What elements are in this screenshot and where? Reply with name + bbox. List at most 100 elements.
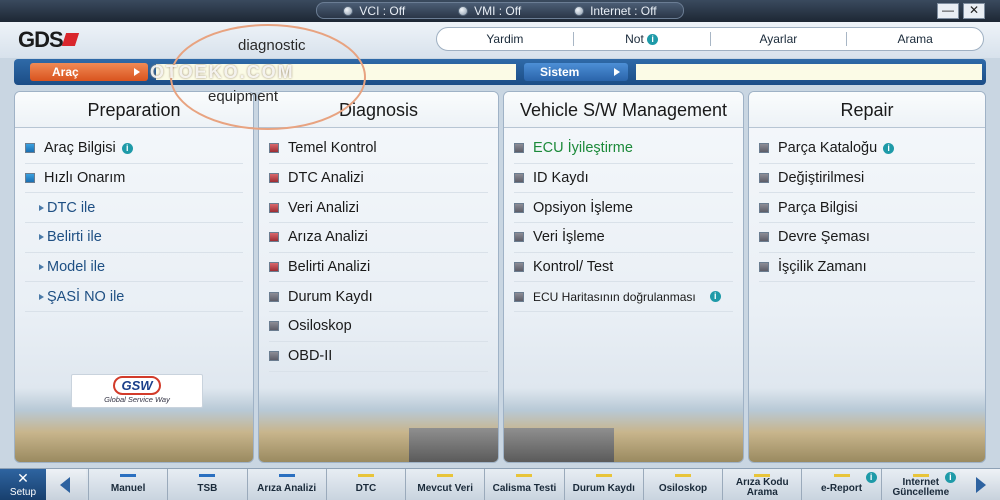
prep-item-belirti-ile[interactable]: Belirti ile (25, 223, 243, 253)
bullet-icon (269, 262, 279, 273)
vsw-item-ecu-iyilestirme[interactable]: ECU İyileştirme (514, 134, 733, 164)
rep-item-degistirilmesi[interactable]: Değiştirilmesi (759, 164, 975, 194)
toolbar-label: Manuel (110, 483, 146, 494)
vehicle-select-button[interactable]: Araç (30, 63, 148, 81)
prep-item-arac-bilgisi[interactable]: Araç Bilgisi i (25, 134, 243, 164)
indicator-icon (595, 474, 612, 477)
diag-item-temel-kontrol[interactable]: Temel Kontrol (269, 134, 488, 164)
panel-title: Vehicle S/W Management (504, 92, 743, 128)
toolbar-e-report[interactable]: i e-Report (801, 469, 880, 500)
nav-label: Yardim (486, 32, 524, 46)
bullet-icon (514, 262, 524, 273)
toolbar-label: e-Report (820, 483, 863, 494)
item-label: Veri Analizi (288, 199, 359, 216)
rep-item-parca-katalogu[interactable]: Parça Kataloğu i (759, 134, 975, 164)
item-label: Belirti ile (47, 229, 102, 246)
bullet-icon (759, 202, 769, 213)
road-background (504, 428, 614, 462)
panel-title: Diagnosis (259, 92, 498, 128)
bullet-icon (759, 232, 769, 243)
toolbar-calisma-testi[interactable]: Calisma Testi (484, 469, 563, 500)
item-label: Opsiyon İşleme (533, 199, 633, 216)
arrow-bullet-icon (39, 204, 44, 211)
info-icon: i (944, 472, 956, 483)
vehicle-sw-panel: Vehicle S/W Management ECU İyileştirme I… (503, 91, 744, 463)
rep-item-devre-semasi[interactable]: Devre Şeması (759, 223, 975, 253)
minimize-button[interactable]: — (937, 3, 959, 19)
road-background (409, 428, 498, 462)
diag-item-osiloskop[interactable]: Osiloskop (269, 312, 488, 342)
status-bar: VCI : Off VMI : Off Internet : Off — ✕ (0, 0, 1000, 22)
item-label: ŞASİ NO ile (47, 288, 125, 305)
toolbar-buttons: Manuel TSB Arıza Analizi DTC Mevcut Veri… (88, 469, 960, 500)
toolbar-label: Internet Güncelleme (892, 477, 950, 498)
nav-label: Arama (897, 32, 933, 46)
toolbar-osiloskop[interactable]: Osiloskop (642, 469, 722, 500)
bottom-toolbar: ✕ Setup Manuel TSB Arıza Analizi DTC Mev… (0, 468, 1000, 500)
prep-item-hizli-onarim[interactable]: Hızlı Onarım (25, 164, 243, 194)
item-label: İşçilik Zamanı (778, 259, 867, 276)
toolbar-mevcut-veri[interactable]: Mevcut Veri (405, 469, 484, 500)
toolbar-dtc[interactable]: DTC (325, 469, 405, 500)
rep-item-parca-bilgisi[interactable]: Parça Bilgisi (759, 193, 975, 224)
nav-yardim[interactable]: Yardim (437, 32, 574, 46)
toolbar-ariza-kodu-arama[interactable]: Arıza Kodu Arama (722, 469, 801, 500)
vci-status: VCI : Off (343, 4, 405, 18)
prep-item-model-ile[interactable]: Model ile (25, 253, 243, 283)
diag-item-obd-ii[interactable]: OBD-II (269, 342, 488, 372)
rep-item-iscilik-zamani[interactable]: İşçilik Zamanı (759, 253, 975, 283)
bullet-icon (269, 351, 279, 362)
toolbar-tsb[interactable]: TSB (167, 469, 246, 500)
system-select-button[interactable]: Sistem (524, 63, 628, 81)
setup-button[interactable]: ✕ Setup (0, 469, 46, 500)
nav-not[interactable]: Not i (574, 32, 711, 46)
indicator-icon (833, 474, 850, 477)
prep-item-dtc-ile[interactable]: DTC ile (25, 193, 243, 224)
diag-item-durum-kaydi[interactable]: Durum Kaydı (269, 282, 488, 313)
indicator-icon (674, 474, 691, 477)
bullet-icon (269, 232, 279, 243)
bullet-icon (25, 143, 35, 154)
toolbar-label: Durum Kaydı (572, 483, 635, 494)
internet-status: Internet : Off (574, 4, 657, 18)
diag-item-dtc-analizi[interactable]: DTC Analizi (269, 164, 488, 194)
vsw-item-ecu-haritasi[interactable]: ECU Haritasının doğrulanması i (514, 282, 733, 313)
item-label: Araç Bilgisi (44, 140, 116, 157)
nav-arama[interactable]: Arama (847, 32, 983, 46)
toolbar-manuel[interactable]: Manuel (88, 469, 167, 500)
indicator-icon (120, 474, 137, 477)
diag-item-belirti-analizi[interactable]: Belirti Analizi (269, 253, 488, 283)
item-label: Temel Kontrol (288, 140, 377, 157)
status-dot-icon (574, 5, 585, 16)
prep-item-sasi-no-ile[interactable]: ŞASİ NO ile (25, 282, 243, 313)
scroll-left-button[interactable] (46, 469, 86, 500)
diag-item-veri-analizi[interactable]: Veri Analizi (269, 193, 488, 224)
nav-ayarlar[interactable]: Ayarlar (711, 32, 848, 46)
item-label: Hızlı Onarım (44, 170, 126, 187)
toolbar-internet-guncelleme[interactable]: i Internet Güncelleme (880, 469, 960, 500)
scroll-right-button[interactable] (960, 469, 1000, 500)
vsw-item-id-kaydi[interactable]: ID Kaydı (514, 164, 733, 194)
close-button[interactable]: ✕ (963, 3, 985, 19)
status-dot-icon (343, 5, 354, 16)
bullet-icon (514, 173, 524, 184)
nav-label: Not (625, 32, 644, 46)
bullet-icon (759, 143, 769, 154)
indicator-icon (437, 474, 454, 477)
repair-panel: Repair Parça Kataloğu i Değiştirilmesi Pa… (748, 91, 986, 463)
item-label: Devre Şeması (778, 229, 870, 246)
vsw-item-opsiyon-isleme[interactable]: Opsiyon İşleme (514, 193, 733, 224)
diag-item-ariza-analizi[interactable]: Arıza Analizi (269, 223, 488, 253)
arrow-bullet-icon (39, 234, 44, 241)
arrow-bullet-icon (39, 293, 44, 300)
nav-label: Ayarlar (759, 32, 798, 46)
toolbar-durum-kaydi[interactable]: Durum Kaydı (563, 469, 643, 500)
bullet-icon (514, 143, 524, 154)
toolbar-label: Mevcut Veri (417, 483, 473, 494)
indicator-icon (278, 474, 295, 477)
toolbar-ariza-analizi[interactable]: Arıza Analizi (246, 469, 326, 500)
vsw-item-veri-isleme[interactable]: Veri İşleme (514, 223, 733, 253)
item-label: DTC Analizi (288, 170, 364, 187)
bullet-icon (514, 202, 524, 213)
vsw-item-kontrol-test[interactable]: Kontrol/ Test (514, 253, 733, 283)
